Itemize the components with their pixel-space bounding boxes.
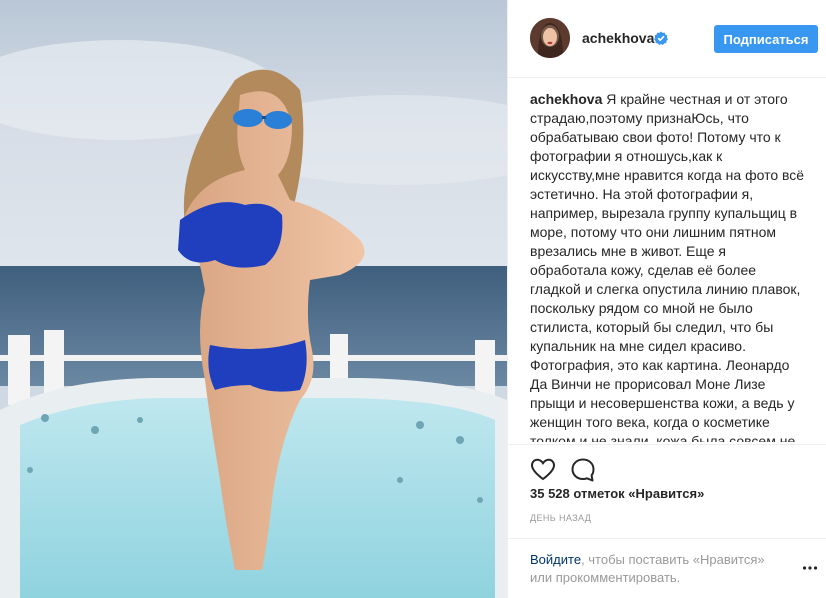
avatar[interactable] (530, 18, 570, 58)
caption-text: Я крайне честная и от этого страдаю,поэт… (530, 91, 805, 442)
caption-area: achekhova Я крайне честная и от этого ст… (530, 90, 806, 442)
verified-badge-icon (654, 31, 668, 45)
post-timestamp[interactable]: ДЕНЬ НАЗАД (530, 513, 591, 523)
caption-username[interactable]: achekhova (530, 91, 602, 107)
comment-icon[interactable] (570, 457, 596, 483)
post-caption: achekhova Я крайне честная и от этого ст… (530, 90, 806, 442)
header-username[interactable]: achekhova (582, 30, 654, 46)
post-photo[interactable] (0, 0, 507, 598)
likes-count[interactable]: 35 528 отметок «Нравится» (530, 486, 704, 501)
login-prompt: Войдите, чтобы поставить «Нравится» или … (530, 551, 790, 587)
post-photo-image (0, 0, 507, 598)
avatar-image (530, 18, 570, 58)
login-link[interactable]: Войдите (530, 552, 581, 567)
comment-box: Войдите, чтобы поставить «Нравится» или … (508, 538, 826, 598)
heart-icon[interactable] (530, 457, 556, 483)
post-header: achekhova Подписаться (508, 0, 826, 78)
more-options-icon[interactable] (802, 565, 818, 571)
post-sidebar: achekhova Подписаться achekhova Я крайне… (507, 0, 826, 598)
follow-button[interactable]: Подписаться (714, 25, 818, 53)
